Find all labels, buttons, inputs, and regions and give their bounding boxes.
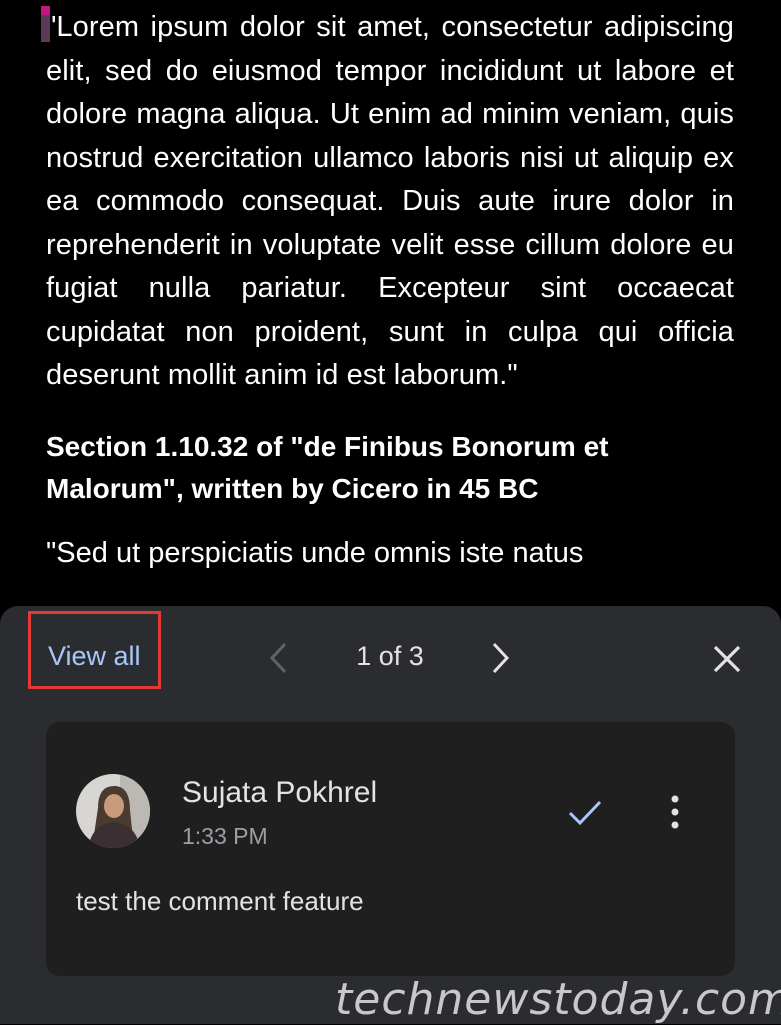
close-icon[interactable] xyxy=(710,642,744,676)
chevron-left-icon[interactable] xyxy=(264,640,294,676)
avatar xyxy=(76,774,150,848)
comment-card: Sujata Pokhrel 1:33 PM test the comment … xyxy=(46,722,735,976)
view-all-button[interactable]: View all xyxy=(28,611,161,689)
chevron-right-icon[interactable] xyxy=(485,640,515,676)
view-all-label: View all xyxy=(48,641,141,671)
comment-author: Sujata Pokhrel xyxy=(182,776,378,809)
comment-counter: 1 of 3 xyxy=(356,641,424,671)
comment-time: 1:33 PM xyxy=(182,823,268,849)
paragraph-text: "Lorem ipsum dolor sit amet, consectetur… xyxy=(46,11,734,391)
watermark: technewstoday.com xyxy=(335,974,781,1025)
document-paragraph: "Lorem ipsum dolor sit amet, consectetur… xyxy=(41,6,734,398)
more-vert-icon[interactable] xyxy=(663,792,687,832)
document-heading: Section 1.10.32 of "de Finibus Bonorum e… xyxy=(46,430,609,504)
text-cursor-marker xyxy=(41,6,50,42)
document-paragraph-partial: "Sed ut perspiciatis unde omnis iste nat… xyxy=(46,536,584,569)
comment-text: test the comment feature xyxy=(76,886,364,916)
check-icon[interactable] xyxy=(565,796,605,830)
document-body: "Lorem ipsum dolor sit amet, consectetur… xyxy=(41,6,734,575)
